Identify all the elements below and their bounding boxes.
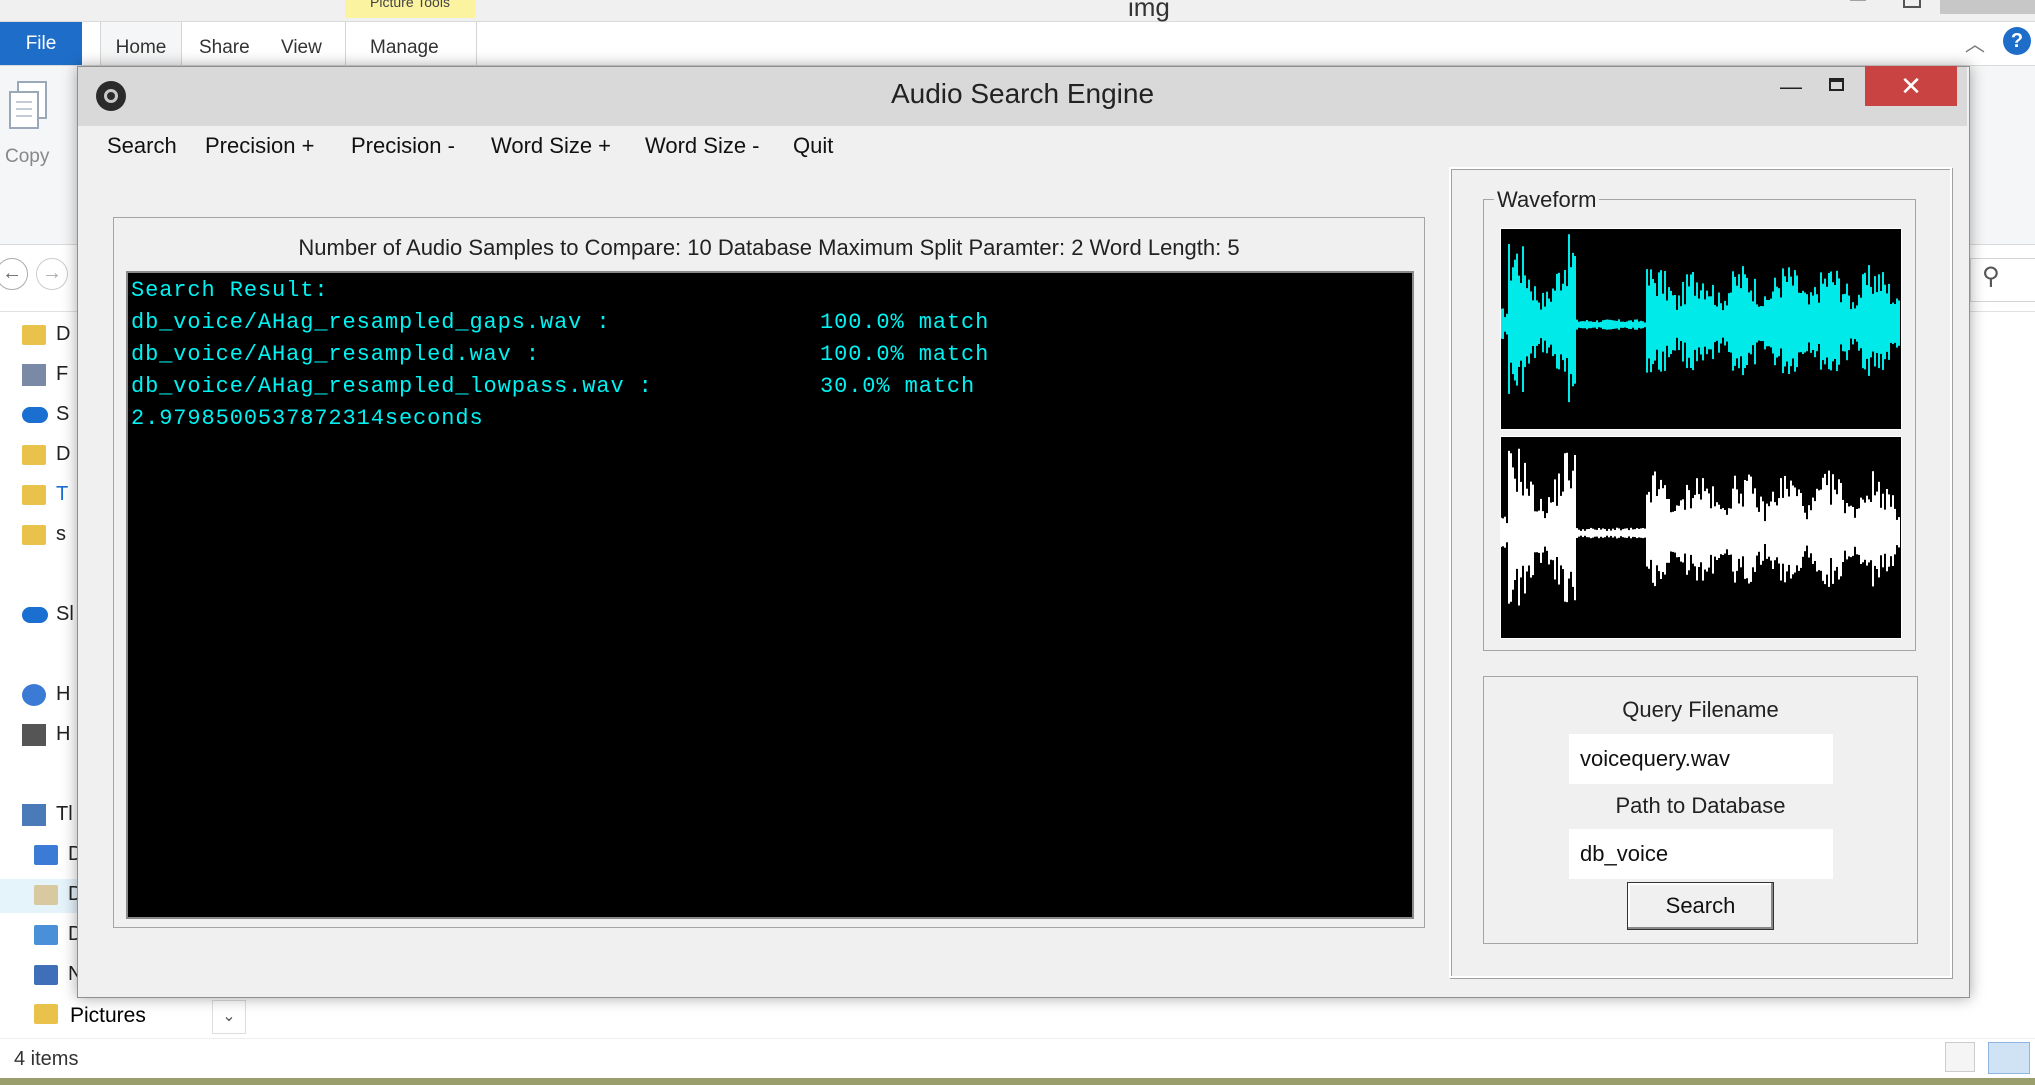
pictures-label[interactable]: Pictures [70,1004,146,1028]
status-item-count: 4 items [14,1048,79,1070]
pictures-icon [34,1004,68,1024]
waveform-label: Waveform [1494,187,1600,213]
result-file: db_voice/AHag_resampled_lowpass.wav : [131,374,653,399]
match-waveform-plot [1500,448,1900,606]
result-score: 30.0% match [820,374,976,399]
menu-word-size-minus[interactable]: Word Size - [645,133,760,159]
computer-icon [22,803,46,826]
nav-item-label: Tl [56,803,73,825]
nav-item-label: F [56,363,69,385]
status-bar [0,1038,2035,1079]
match-waveform [1500,436,1902,639]
picture-tools-tab[interactable]: Picture Tools [345,0,475,18]
chevron-up-icon[interactable]: ︿ [1965,28,1985,57]
nav-item-label: D [56,323,71,345]
folder-icon [22,324,46,345]
downloads-icon [34,924,58,945]
database-path-label: Path to Database [1615,793,1786,818]
explorer-search-box[interactable] [1970,258,2035,302]
homegroup-icon [22,683,46,706]
forward-arrow-icon[interactable]: → [36,258,68,290]
console-header: Search Result: [131,278,329,303]
search-button[interactable]: Search [1627,882,1774,930]
menu-search[interactable]: Search [107,133,177,159]
app-title: Audio Search Engine [890,78,1155,109]
result-file: db_voice/AHag_resampled.wav : [131,342,540,367]
folder-icon [22,444,46,465]
result-score: 100.0% match [820,310,990,335]
explorer-minimize-icon[interactable]: — [1850,0,1866,10]
close-button[interactable]: ✕ [1865,66,1957,106]
large-icons-view-icon[interactable] [1988,1042,2030,1074]
tab-file[interactable]: File [0,22,82,65]
result-file: db_voice/AHag_resampled_gaps.wav : [131,310,611,335]
menu-word-size-plus[interactable]: Word Size + [491,133,611,159]
explorer-close-button[interactable] [1940,0,2035,14]
taskbar-strip [0,1078,2035,1085]
folder-icon [34,844,58,865]
nav-item-label: H [56,723,71,745]
folder-icon [22,524,46,545]
nav-item-label: H [56,683,71,705]
cloud-icon [22,606,48,623]
copy-label[interactable]: Copy [5,146,49,168]
query-filename-input[interactable] [1569,734,1833,784]
parameters-label: Number of Audio Samples to Compare: 10 D… [298,235,1240,260]
folder-icon [22,484,46,505]
menu-precision-plus[interactable]: Precision + [205,133,314,159]
nav-item-label: s [56,523,66,545]
query-filename-label: Query Filename [1622,697,1779,722]
tab-share[interactable]: Share [199,22,250,65]
help-icon[interactable]: ? [2003,27,2031,55]
query-waveform-plot [1500,234,1900,403]
music-icon [34,964,58,985]
explorer-titlebar [0,0,2035,22]
tab-view[interactable]: View [281,22,322,65]
nav-item-label: Sl [56,603,74,625]
tab-home[interactable]: Home [100,22,182,65]
explorer-maximize-icon[interactable] [1903,0,1921,8]
explorer-window-title: img [1128,0,1170,22]
tab-manage[interactable]: Manage [370,22,439,65]
query-waveform [1500,228,1902,430]
maximize-icon [1829,78,1844,91]
nav-item-label: D [56,443,71,465]
user-icon [22,723,46,746]
menu-quit[interactable]: Quit [793,133,833,159]
results-console[interactable] [126,271,1414,919]
elapsed-time: 2.9798500537872314seconds [131,406,484,431]
recent-places-icon [22,363,46,386]
cloud-icon [22,406,48,423]
database-path-input[interactable] [1569,829,1833,879]
details-view-icon[interactable] [1945,1042,1975,1072]
nav-item-label: S [56,403,70,425]
documents-icon [34,884,58,905]
menu-precision-minus[interactable]: Precision - [351,133,455,159]
search-icon[interactable]: ⚲ [1982,262,2000,291]
nav-item-label: T [56,483,69,505]
chevron-down-icon[interactable]: ⌄ [212,1000,246,1034]
minimize-button[interactable]: — [1768,75,1814,109]
result-score: 100.0% match [820,342,990,367]
